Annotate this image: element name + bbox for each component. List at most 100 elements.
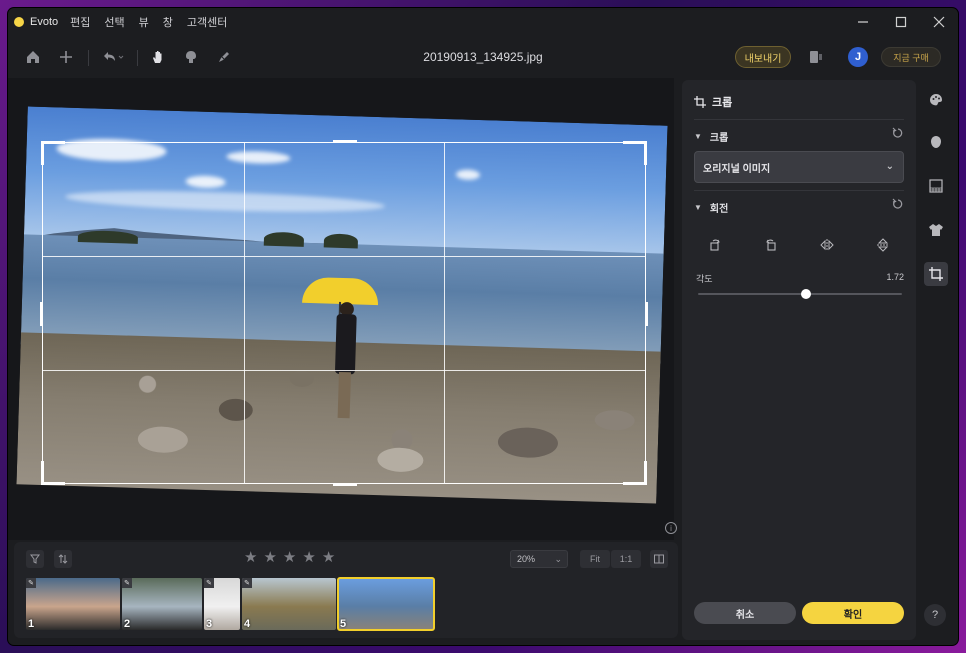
layout-toggle-button[interactable] [650, 550, 668, 568]
crop-grid-line [43, 256, 645, 258]
clothing-tool-button[interactable] [924, 218, 948, 242]
crop-icon [929, 267, 943, 281]
crop-frame[interactable] [40, 140, 648, 486]
panel-divider [694, 190, 904, 191]
crop-handle-top[interactable] [333, 140, 357, 143]
edited-badge-icon: ✎ [204, 578, 214, 588]
thumbnail[interactable]: 5 [337, 577, 435, 631]
crop-panel: 크롭 ▼ 크롭 오리지널 이미지 ⌄ ▼ 회전 각도 1.72 취소 확인 [682, 80, 916, 640]
star-icon[interactable]: ★ [244, 548, 257, 566]
crop-reset-button[interactable] [892, 127, 904, 142]
flip-vertical-icon [877, 238, 889, 252]
color-tool-button[interactable] [924, 88, 948, 112]
menu-support[interactable]: 고객센터 [187, 14, 227, 30]
flip-horizontal-icon [820, 239, 834, 251]
menu-edit[interactable]: 편집 [70, 14, 90, 30]
thumbnail-number: 4 [244, 618, 251, 630]
toolbar-divider [137, 50, 138, 66]
star-icon[interactable]: ★ [283, 548, 296, 566]
toolbar-divider [88, 50, 89, 66]
add-button[interactable] [55, 46, 77, 68]
info-icon[interactable]: i [665, 522, 677, 534]
fit-button[interactable]: Fit [580, 550, 610, 568]
thumbnail-number: 3 [206, 618, 213, 630]
crop-handle-bottom-left[interactable] [41, 461, 65, 485]
one-to-one-button[interactable]: 1:1 [611, 550, 641, 568]
angle-slider-thumb[interactable] [801, 289, 812, 299]
maximize-icon [895, 16, 907, 28]
confirm-button[interactable]: 확인 [802, 602, 904, 624]
crop-handle-top-left[interactable] [41, 141, 65, 165]
thumbnail[interactable]: ✎ 4 [242, 578, 336, 630]
filter-button[interactable] [26, 550, 44, 568]
star-icon[interactable]: ★ [302, 548, 315, 566]
thumbnail-number: 5 [340, 618, 347, 630]
rotate-right-icon [766, 239, 776, 251]
reset-icon [892, 198, 903, 209]
zoom-value: 20% [517, 554, 536, 564]
image-canvas[interactable]: i [8, 78, 677, 540]
sort-button[interactable] [54, 550, 72, 568]
split-view-icon [654, 554, 664, 564]
rotate-right-button[interactable] [762, 236, 780, 254]
mask-tool-button[interactable] [180, 46, 202, 68]
crop-handle-left[interactable] [40, 302, 43, 326]
thumbnail[interactable]: ✎ 3 [204, 578, 240, 630]
buy-now-button[interactable]: 지금 구매 [881, 47, 941, 67]
crop-handle-bottom-right[interactable] [623, 461, 647, 485]
crop-section-toggle[interactable]: ▼ 크롭 [694, 129, 728, 144]
crop-handle-top-right[interactable] [623, 141, 647, 165]
shirt-icon [929, 224, 943, 236]
portrait-tool-button[interactable] [924, 130, 948, 154]
edited-badge-icon: ✎ [26, 578, 36, 588]
portrait-mask-icon [186, 51, 196, 63]
zoom-select[interactable]: 20% ⌄ [510, 550, 568, 568]
user-avatar[interactable]: J [848, 47, 868, 67]
triangle-down-icon: ▼ [694, 203, 702, 212]
home-icon [27, 51, 39, 63]
crop-grid-line [43, 369, 645, 371]
crop-tool-button[interactable] [924, 262, 948, 286]
chevron-down-icon: ⌄ [554, 554, 562, 564]
angle-slider[interactable] [698, 289, 902, 299]
compare-button[interactable] [805, 46, 827, 68]
background-tool-button[interactable] [924, 174, 948, 198]
home-button[interactable] [22, 46, 44, 68]
aspect-ratio-select[interactable]: 오리지널 이미지 ⌄ [694, 151, 904, 183]
menu-view[interactable]: 뷰 [139, 14, 149, 30]
crop-handle-bottom[interactable] [333, 483, 357, 486]
panel-divider [694, 119, 904, 120]
undo-button[interactable] [98, 46, 128, 68]
background-icon [929, 179, 943, 193]
thumbnail-list: ✎ 1 ✎ 2 ✎ 3 ✎ 4 5 [26, 577, 435, 631]
star-icon[interactable]: ★ [322, 548, 335, 566]
thumbnail[interactable]: ✎ 2 [122, 578, 202, 630]
star-icon[interactable]: ★ [263, 548, 276, 566]
maximize-button[interactable] [882, 8, 920, 36]
flip-vertical-button[interactable] [874, 236, 892, 254]
menu-select[interactable]: 선택 [104, 14, 124, 30]
cancel-button[interactable]: 취소 [694, 602, 796, 624]
hand-icon [153, 51, 162, 63]
help-button[interactable]: ? [924, 604, 946, 626]
face-icon [931, 136, 941, 148]
thumbnail-number: 1 [28, 618, 35, 630]
sort-icon [58, 554, 68, 564]
thumbnail[interactable]: ✎ 1 [26, 578, 120, 630]
rotate-left-button[interactable] [706, 236, 724, 254]
minimize-button[interactable] [844, 8, 882, 36]
crop-icon [694, 96, 706, 108]
menu-window[interactable]: 창 [163, 14, 173, 30]
app-window: Evoto 편집 선택 뷰 창 고객센터 20190913_134925.jpg… [8, 8, 958, 645]
crop-handle-right[interactable] [645, 302, 648, 326]
palette-icon [930, 94, 942, 106]
close-button[interactable] [920, 8, 958, 36]
plus-icon [60, 51, 72, 63]
hand-tool-button[interactable] [147, 46, 169, 68]
export-button[interactable]: 내보내기 [735, 46, 791, 68]
compare-icon [810, 51, 822, 63]
rotate-reset-button[interactable] [892, 198, 904, 213]
flip-horizontal-button[interactable] [818, 236, 836, 254]
brush-tool-button[interactable] [213, 46, 235, 68]
rotate-section-toggle[interactable]: ▼ 회전 [694, 200, 728, 215]
